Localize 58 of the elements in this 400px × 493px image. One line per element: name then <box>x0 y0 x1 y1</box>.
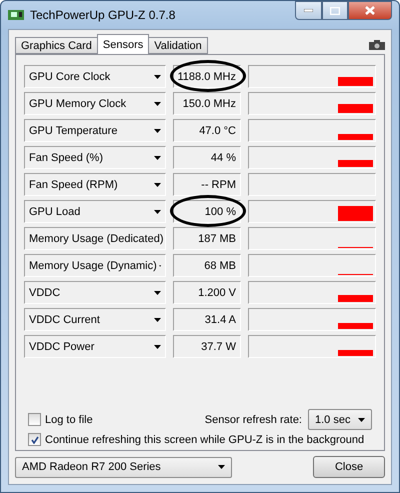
sensor-value: -- RPM <box>173 173 241 196</box>
maximize-icon <box>330 6 340 14</box>
close-button[interactable]: Close <box>313 456 385 478</box>
caret-icon <box>218 465 225 469</box>
continue-refreshing-checkbox[interactable]: Continue refreshing this screen while GPU-Z is in the background <box>28 433 364 446</box>
caret-icon <box>154 156 161 160</box>
graph-bar-icon <box>338 350 373 356</box>
sensor-value: 150.0 MHz <box>173 92 241 115</box>
checkmark-icon <box>30 436 38 444</box>
minimize-icon <box>304 9 313 12</box>
caret-icon <box>358 418 365 422</box>
minimize-button[interactable] <box>295 1 322 20</box>
caret-icon <box>154 102 161 106</box>
sensor-dropdown[interactable]: VDDC Current <box>24 308 166 331</box>
log-checkbox[interactable]: Log to file <box>28 413 93 426</box>
tab[interactable]: Graphics Card <box>15 37 98 54</box>
caret-icon <box>154 74 161 78</box>
sensor-dropdown[interactable]: GPU Memory Clock <box>24 92 166 115</box>
sensor-dropdown[interactable]: Fan Speed (%) <box>24 146 166 169</box>
caret-icon <box>154 182 161 186</box>
sensor-value: 44 % <box>173 146 241 169</box>
graph-bar-icon <box>338 206 373 221</box>
caret-icon <box>154 344 161 348</box>
graph-bar-icon <box>338 295 373 302</box>
caret-icon <box>154 318 161 322</box>
sensor-value: 1.200 V <box>173 281 241 304</box>
refresh-rate-dropdown[interactable]: 1.0 sec <box>308 409 372 430</box>
sensor-dropdown[interactable]: GPU Core Clock <box>24 65 166 88</box>
graph-bar-icon <box>338 160 373 167</box>
sensor-dropdown[interactable]: Memory Usage (Dynamic) <box>24 254 166 277</box>
sensor-dropdown[interactable]: VDDC Power <box>24 335 166 358</box>
graph-bar-icon <box>338 323 373 329</box>
sensor-value: 31.4 A <box>173 308 241 331</box>
sensor-dropdown[interactable]: GPU Temperature <box>24 119 166 142</box>
sensor-value: 47.0 °C <box>173 119 241 142</box>
device-dropdown[interactable]: AMD Radeon R7 200 Series <box>15 456 232 478</box>
refresh-rate-label: Sensor refresh rate: <box>204 414 302 426</box>
sensor-dropdown[interactable]: Fan Speed (RPM) <box>24 173 166 196</box>
caret-icon <box>154 290 161 294</box>
graph-bar-icon <box>338 134 373 140</box>
sensor-value: 68 MB <box>173 254 241 277</box>
graph-bar-icon <box>338 77 373 86</box>
sensor-value: 187 MB <box>173 227 241 250</box>
sensor-dropdown[interactable]: GPU Load <box>24 200 166 223</box>
camera-icon[interactable] <box>369 40 385 50</box>
close-window-button[interactable] <box>348 1 392 20</box>
caret-icon <box>154 210 161 214</box>
sensor-dropdown[interactable]: Memory Usage (Dedicated) <box>24 227 166 250</box>
graph-bar-icon <box>338 104 373 113</box>
maximize-button[interactable] <box>322 1 348 20</box>
sensor-dropdown[interactable]: VDDC <box>24 281 166 304</box>
window-title: TechPowerUp GPU-Z 0.7.8 <box>30 8 176 22</box>
tab[interactable]: Validation <box>148 37 208 54</box>
close-icon <box>365 6 375 15</box>
graphics-card-icon <box>8 9 24 21</box>
sensor-value: 37.7 W <box>173 335 241 358</box>
tab[interactable]: Sensors <box>96 34 150 54</box>
caret-icon <box>154 128 161 132</box>
